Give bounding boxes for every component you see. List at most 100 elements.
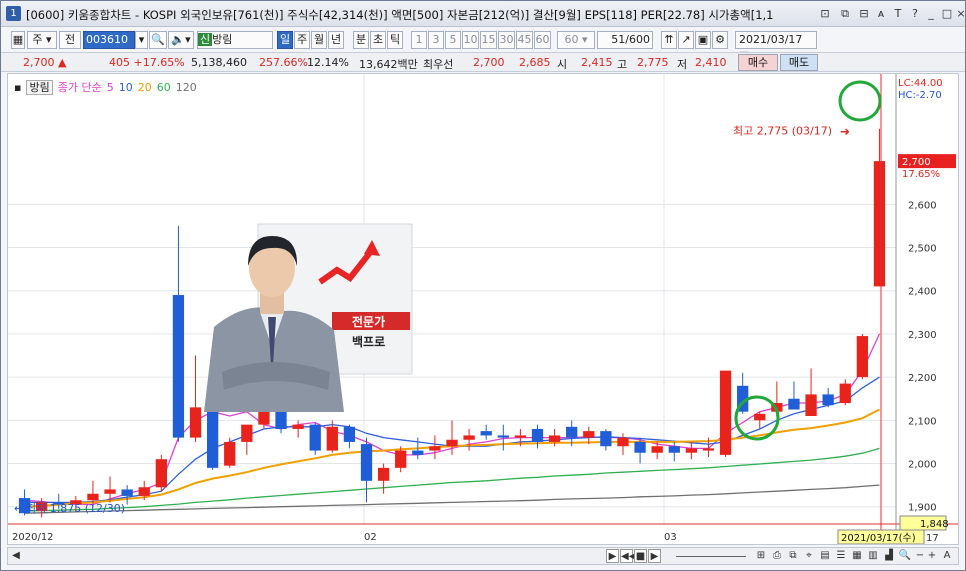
interval-select[interactable]: 60 ▾ xyxy=(557,31,595,49)
search-icon[interactable]: 🔍 xyxy=(149,31,167,49)
candle-body xyxy=(566,426,578,438)
candle-body xyxy=(754,413,766,421)
window-number: 1 xyxy=(6,6,21,21)
ask-price: 2,700 xyxy=(473,56,505,69)
print-icon[interactable]: ⎙ xyxy=(770,549,784,563)
zoom-area-icon[interactable]: ⊞ xyxy=(754,549,768,563)
font-a-icon[interactable]: A xyxy=(940,549,954,563)
cursor-date-suffix: 17 xyxy=(926,533,939,544)
period-month[interactable]: 월 xyxy=(311,31,327,49)
period-tick[interactable]: 틱 xyxy=(387,31,403,49)
interval-5[interactable]: 5 xyxy=(445,31,461,49)
sell-button[interactable]: 매도 xyxy=(780,54,818,71)
help-icon[interactable]: ? xyxy=(907,6,923,21)
stock-name-field[interactable]: 신 방림 xyxy=(197,31,273,49)
period-minute[interactable]: 분 xyxy=(353,31,369,49)
low-label: 저 xyxy=(677,58,688,71)
period-second[interactable]: 초 xyxy=(370,31,386,49)
candle-body xyxy=(189,407,202,438)
ad-badge-1-text: 전문가 xyxy=(352,314,385,329)
list-icon[interactable]: ☰ xyxy=(834,549,848,563)
interval-10[interactable]: 10 xyxy=(462,31,479,49)
save-icon[interactable]: ▣ xyxy=(695,31,711,49)
x-tick-label: 02 xyxy=(364,532,377,543)
minimize-icon[interactable]: _ xyxy=(923,6,939,21)
expert-ad-overlay[interactable]: 전문가 백프로 xyxy=(202,222,414,412)
font-size-icon[interactable]: ᴀ xyxy=(873,6,889,21)
y-tick-label: 2,600 xyxy=(908,200,937,211)
zoom-out-icon[interactable]: 🔍 xyxy=(898,549,912,563)
last-price-label: 2,700 xyxy=(902,157,931,168)
play-icon[interactable]: ▶ xyxy=(606,549,619,563)
chart-toolbar: ▦ 주 ▾ 전 003610 ▾ 🔍 🔈▾ 신 방림 일 주 월 년 분 초 틱 … xyxy=(1,29,965,62)
zoom-plus-icon[interactable]: + xyxy=(926,549,938,563)
period-day[interactable]: 일 xyxy=(277,31,293,49)
close-icon[interactable]: × xyxy=(953,6,966,21)
table-icon[interactable]: ▥ xyxy=(866,549,880,563)
low-arrow-icon: ← xyxy=(14,502,23,515)
chart-scroll-bar[interactable]: ◀ ▶ ◀◀ ■ ▶ ⊞ ⎙ ⧉ ⌖ ▤ ☰ ▦ ▥ ▟ 🔍 − + A xyxy=(7,547,959,565)
x-tick-label: 03 xyxy=(664,532,677,543)
period-year[interactable]: 년 xyxy=(328,31,344,49)
crosshair-icon[interactable]: ⌖ xyxy=(802,549,816,563)
high-annotation: 최고 2,775 (03/17) xyxy=(733,125,832,138)
interval-30[interactable]: 30 xyxy=(498,31,515,49)
moving-average-ma120 xyxy=(24,484,880,514)
grid-view-icon[interactable]: ▦ xyxy=(850,549,864,563)
period-week[interactable]: 주 xyxy=(294,31,310,49)
layout-icon[interactable]: ▤ xyxy=(818,549,832,563)
scroll-left-icon[interactable]: ◀ xyxy=(10,549,22,563)
lc-label: LC:44.00 xyxy=(898,78,943,89)
candle-body xyxy=(651,446,663,453)
y-tick-label: 2,200 xyxy=(908,373,937,384)
copy-icon[interactable]: ⧉ xyxy=(786,549,800,563)
grid-icon[interactable]: ▦ xyxy=(11,31,25,49)
candle-body xyxy=(104,489,116,494)
candlestick-chart[interactable]: 1,900 2,000 2,100 2,200 2,300 2,400 2,500 2,600… xyxy=(8,74,958,545)
type-select[interactable]: 주 ▾ xyxy=(27,31,57,49)
code-dropdown-icon[interactable]: ▾ xyxy=(135,31,148,49)
buy-button[interactable]: 매수 xyxy=(738,54,778,71)
volume-rate: 257.66% xyxy=(259,56,308,69)
legend-stock-name[interactable]: 방림 xyxy=(26,80,53,95)
interval-60[interactable]: 60 xyxy=(534,31,551,49)
link-window-icon[interactable]: ⊡ xyxy=(817,6,833,21)
moving-average-ma60 xyxy=(24,447,880,512)
low-price: 2,410 xyxy=(695,56,727,69)
date-input[interactable]: 2021/03/17 ▦ xyxy=(735,31,817,62)
speaker-icon[interactable]: 🔈▾ xyxy=(168,31,194,49)
compare-icon[interactable]: ⇈ xyxy=(661,31,677,49)
candle-body xyxy=(343,426,356,442)
split-window-icon[interactable]: ⊟ xyxy=(856,6,872,21)
zoom-minus-icon[interactable]: − xyxy=(914,549,926,563)
stock-code-input[interactable]: 003610 xyxy=(83,31,135,49)
candle-body xyxy=(617,437,629,447)
interval-45[interactable]: 45 xyxy=(516,31,533,49)
interval-3[interactable]: 3 xyxy=(428,31,444,49)
forward-icon[interactable]: ▶ xyxy=(648,549,661,563)
scroll-thumb[interactable] xyxy=(676,556,746,557)
stop-icon[interactable]: ■ xyxy=(634,549,647,563)
candle-body xyxy=(172,295,185,438)
rewind-icon[interactable]: ◀◀ xyxy=(620,549,636,563)
legend-ma20: 20 xyxy=(137,81,152,94)
count-input[interactable]: 51/600 xyxy=(597,31,653,49)
candle-body xyxy=(514,435,527,438)
cursor-price-label: 1,848 xyxy=(920,519,949,530)
candle-body xyxy=(377,467,390,481)
interval-15[interactable]: 15 xyxy=(480,31,497,49)
type-select-value: 주 xyxy=(32,33,43,46)
new-badge: 신 xyxy=(198,33,213,46)
settings-gear-icon[interactable]: ⚙ xyxy=(712,31,728,49)
mode-button[interactable]: 전 xyxy=(59,31,81,49)
interval-1[interactable]: 1 xyxy=(411,31,427,49)
chart-area[interactable]: 1,900 2,000 2,100 2,200 2,300 2,400 2,500 2,600… xyxy=(7,73,959,545)
text-icon[interactable]: T xyxy=(890,6,906,21)
draw-tool-icon[interactable]: ↗ xyxy=(678,31,694,49)
y-tick-label: 2,300 xyxy=(908,330,937,341)
candle-body xyxy=(583,431,595,438)
tile-window-icon[interactable]: ⧉ xyxy=(837,6,853,21)
chart-type-icon[interactable]: ▟ xyxy=(882,549,896,563)
candle-body xyxy=(395,450,407,468)
candle-body xyxy=(463,435,475,440)
